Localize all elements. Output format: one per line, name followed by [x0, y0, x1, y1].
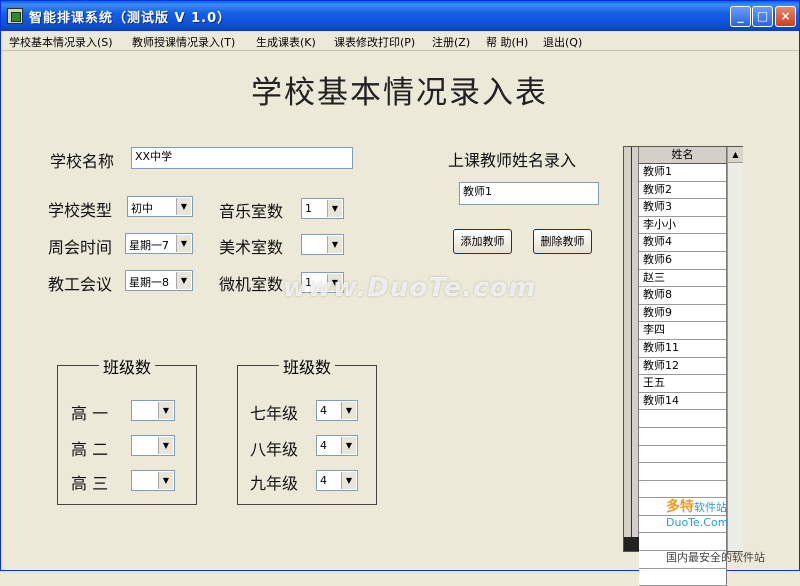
grade-value: 4 — [320, 474, 327, 487]
app-window: 智能排课系统（测试版 V 1.0） _ □ × 学校基本情况录入(S) 教师授课… — [0, 0, 800, 586]
school-name-label: 学校名称 — [50, 152, 115, 171]
dropdown-arrow-icon[interactable]: ▼ — [158, 472, 173, 489]
table-row[interactable] — [639, 427, 727, 446]
grade-8-select[interactable]: 4 ▼ — [316, 435, 358, 456]
grade-9-select[interactable]: 4 ▼ — [316, 470, 358, 491]
school-type-label: 学校类型 — [48, 201, 113, 220]
weekly-meeting-label: 周会时间 — [48, 238, 113, 257]
dropdown-arrow-icon[interactable]: ▼ — [341, 402, 356, 419]
table-row[interactable] — [639, 410, 727, 428]
computer-rooms-label: 微机室数 — [219, 275, 284, 294]
table-row[interactable]: 教师11 — [639, 339, 727, 358]
menu-register[interactable]: 注册(Z) — [432, 34, 470, 50]
table-row[interactable]: 教师6 — [639, 251, 727, 270]
dropdown-arrow-icon[interactable]: ▼ — [158, 437, 173, 454]
grade-7-select[interactable]: 4 ▼ — [316, 400, 358, 421]
dropdown-arrow-icon[interactable]: ▼ — [158, 402, 173, 419]
grade-label: 高 二 — [71, 440, 109, 459]
table-row[interactable]: 教师8 — [639, 287, 727, 305]
teacher-entry-label: 上课教师姓名录入 — [448, 151, 577, 170]
title-bar[interactable]: 智能排课系统（测试版 V 1.0） _ □ × — [1, 1, 799, 31]
table-row[interactable] — [639, 568, 727, 586]
app-icon[interactable] — [7, 8, 23, 24]
teacher-table: 姓名 教师1 教师2 教师3 李小小 教师4 教师6 赵三 教师8 教师9 李四 教师11 教师12 王… — [623, 146, 743, 586]
watermark-brand: 多特 — [666, 499, 694, 515]
art-rooms-select[interactable]: ▼ — [301, 234, 344, 255]
dropdown-arrow-icon[interactable]: ▼ — [176, 272, 191, 289]
add-teacher-button[interactable]: 添加教师 — [453, 229, 512, 254]
staff-meeting-value: 星期一8 — [129, 276, 169, 289]
grade-label: 九年级 — [250, 474, 299, 493]
menu-help[interactable]: 帮 助(H) — [486, 34, 528, 50]
grade-label: 高 三 — [71, 474, 109, 493]
high-school-group-title: 班级数 — [98, 358, 155, 377]
dropdown-arrow-icon[interactable]: ▼ — [341, 472, 356, 489]
watermark-text: www.DuoTe.com — [283, 273, 537, 303]
dropdown-arrow-icon[interactable]: ▼ — [327, 200, 342, 217]
watermark-url: DuoTe.Com — [666, 516, 729, 529]
menu-bar: 学校基本情况录入(S) 教师授课情况录入(T) 生成课表(K) 课表修改打印(P… — [1, 31, 799, 51]
menu-teacher-info[interactable]: 教师授课情况录入(T) — [132, 34, 235, 50]
table-row[interactable]: 王五 — [639, 375, 727, 393]
high-3-select[interactable]: ▼ — [131, 470, 175, 491]
weekly-meeting-value: 星期一7 — [129, 239, 169, 252]
grade-value: 4 — [320, 439, 327, 452]
weekly-meeting-select[interactable]: 星期一7 ▼ — [125, 233, 193, 254]
table-row[interactable]: 教师2 — [639, 181, 727, 200]
table-row[interactable]: 教师1 — [639, 164, 727, 182]
page-heading: 学校基本情况录入表 — [251, 75, 548, 111]
dropdown-arrow-icon[interactable]: ▼ — [176, 198, 191, 215]
close-button[interactable]: × — [775, 6, 796, 27]
minimize-button[interactable]: _ — [730, 6, 751, 27]
dropdown-arrow-icon[interactable]: ▼ — [176, 235, 191, 252]
school-type-select[interactable]: 初中 ▼ — [127, 196, 193, 217]
grade-label: 高 一 — [71, 404, 109, 423]
table-row[interactable] — [639, 445, 727, 464]
watermark-brand-suffix: 软件站 — [694, 501, 727, 514]
menu-school-info[interactable]: 学校基本情况录入(S) — [9, 34, 113, 50]
music-rooms-label: 音乐室数 — [219, 202, 284, 221]
teacher-name-input[interactable]: 教师1 — [459, 182, 599, 205]
delete-teacher-button[interactable]: 删除教师 — [533, 229, 592, 254]
table-row[interactable]: 教师12 — [639, 357, 727, 376]
menu-generate-schedule[interactable]: 生成课表(K) — [256, 34, 316, 50]
music-rooms-select[interactable]: 1 ▼ — [301, 198, 344, 219]
table-row[interactable]: 教师4 — [639, 234, 727, 252]
table-row[interactable]: 教师14 — [639, 392, 727, 411]
art-rooms-label: 美术室数 — [219, 238, 284, 257]
high-2-select[interactable]: ▼ — [131, 435, 175, 456]
table-row[interactable] — [639, 463, 727, 481]
dropdown-arrow-icon[interactable]: ▼ — [341, 437, 356, 454]
high-1-select[interactable]: ▼ — [131, 400, 175, 421]
middle-school-group-title: 班级数 — [278, 358, 335, 377]
staff-meeting-label: 教工会议 — [48, 275, 113, 294]
maximize-button[interactable]: □ — [752, 6, 773, 27]
table-row[interactable]: 李四 — [639, 322, 727, 340]
table-corner — [624, 537, 639, 551]
menu-edit-print[interactable]: 课表修改打印(P) — [334, 34, 415, 50]
window-title: 智能排课系统（测试版 V 1.0） — [29, 11, 232, 26]
table-row[interactable]: 教师3 — [639, 199, 727, 217]
teacher-table-header[interactable]: 姓名 — [639, 147, 727, 164]
row-indicator-column[interactable] — [624, 147, 639, 551]
scroll-up-icon[interactable]: ▲ — [728, 147, 743, 163]
table-row[interactable]: 赵三 — [639, 269, 727, 288]
music-rooms-value: 1 — [305, 202, 312, 215]
corner-watermark: 多特软件站 DuoTe.Com 国内最安全的软件站 — [666, 496, 765, 565]
grade-label: 七年级 — [250, 404, 299, 423]
grade-label: 八年级 — [250, 440, 299, 459]
table-row[interactable]: 李小小 — [639, 216, 727, 235]
staff-meeting-select[interactable]: 星期一8 ▼ — [125, 270, 193, 291]
menu-exit[interactable]: 退出(Q) — [543, 34, 582, 50]
grade-value: 4 — [320, 404, 327, 417]
school-name-input[interactable]: XX中学 — [131, 147, 353, 169]
dropdown-arrow-icon[interactable]: ▼ — [327, 236, 342, 253]
school-type-value: 初中 — [131, 202, 153, 215]
table-scrollbar[interactable]: ▲ — [727, 147, 743, 551]
watermark-slogan: 国内最安全的软件站 — [666, 551, 765, 564]
table-row[interactable]: 教师9 — [639, 304, 727, 323]
